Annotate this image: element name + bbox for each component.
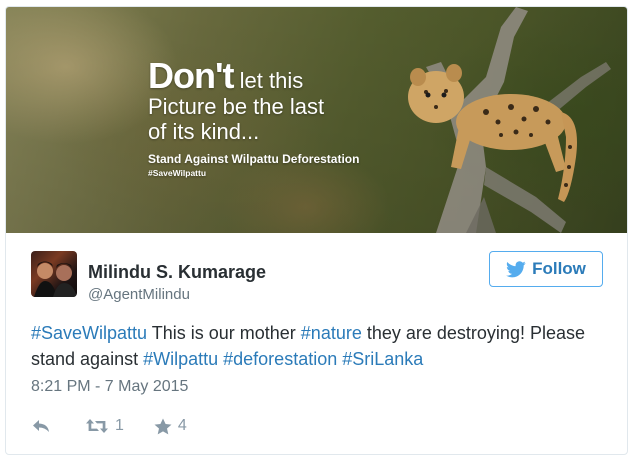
tweet-image[interactable]: Don't let this Picture be the last of it…: [6, 7, 627, 233]
caption-line-2: Picture be the last: [148, 94, 325, 119]
follow-button[interactable]: Follow: [489, 251, 603, 287]
tweet-timestamp[interactable]: 8:21 PM - 7 May 2015: [31, 378, 188, 396]
caption-let-this: let this: [239, 68, 304, 93]
tweet-actions: 1 4: [31, 411, 187, 441]
hashtag-wilpattu[interactable]: #Wilpattu: [143, 349, 218, 369]
hashtag-srilanka[interactable]: #SriLanka: [342, 349, 423, 369]
favorite-button[interactable]: 4: [154, 417, 187, 435]
display-name[interactable]: Milindu S. Kumarage: [88, 262, 266, 283]
reply-icon: [33, 420, 49, 432]
caption-line-3: of its kind...: [148, 119, 260, 144]
tweet-text-segment: This is our mother: [147, 323, 301, 343]
retweet-icon: [86, 419, 108, 433]
retweet-button[interactable]: 1: [85, 417, 124, 435]
tweet-card: Don't let this Picture be the last of it…: [5, 6, 628, 455]
retweet-count: 1: [115, 417, 124, 434]
caption-hashtag: #SaveWilpattu: [148, 168, 207, 178]
avatar-photo: [34, 261, 77, 297]
leopard-cub-on-branch-image: [408, 7, 611, 233]
hashtag-savewilpattu[interactable]: #SaveWilpattu: [31, 323, 147, 343]
user-handle[interactable]: @AgentMilindu: [88, 286, 190, 303]
hashtag-nature[interactable]: #nature: [301, 323, 362, 343]
reply-button[interactable]: [31, 418, 51, 434]
twitter-bird-icon: [506, 260, 526, 277]
hashtag-deforestation[interactable]: #deforestation: [223, 349, 337, 369]
caption-line-1: Don't let this: [148, 58, 359, 94]
star-icon: [154, 418, 172, 434]
follow-label: Follow: [532, 259, 586, 278]
caption-stand-against: Stand Against Wilpattu Deforestation: [148, 152, 360, 166]
tweet-text: #SaveWilpattu This is our mother #nature…: [31, 320, 611, 372]
caption-dont: Don't: [148, 55, 235, 96]
avatar[interactable]: [31, 251, 77, 297]
favorite-count: 4: [177, 417, 187, 434]
image-caption: Don't let this Picture be the last of it…: [148, 58, 360, 179]
